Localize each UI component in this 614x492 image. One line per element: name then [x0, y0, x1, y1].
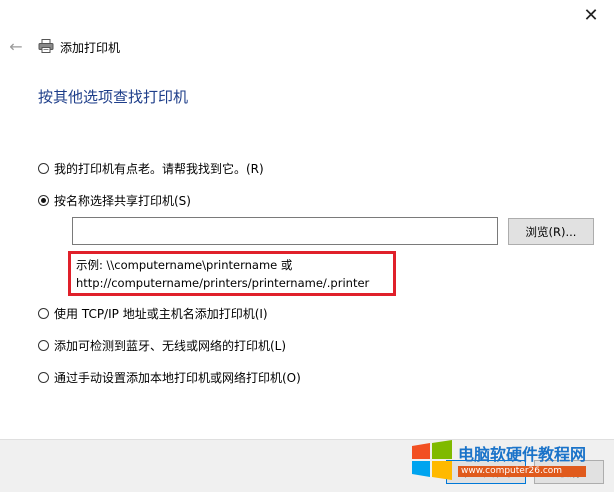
radio-tcpip[interactable]: [38, 308, 49, 319]
option-tcpip[interactable]: 使用 TCP/IP 地址或主机名添加打印机(I): [38, 305, 268, 322]
option-shared-by-name-label: 按名称选择共享打印机(S): [54, 194, 191, 208]
printer-icon: [38, 38, 54, 57]
radio-bluetooth-wireless[interactable]: [38, 340, 49, 351]
option-bluetooth-wireless[interactable]: 添加可检测到蓝牙、无线或网络的打印机(L): [38, 337, 286, 354]
example-hint: 示例: \\computername\printername 或 http://…: [68, 251, 396, 296]
option-manual-local[interactable]: 通过手动设置添加本地打印机或网络打印机(O): [38, 369, 301, 386]
printer-name-input[interactable]: [72, 217, 498, 245]
back-arrow-icon: ←: [9, 36, 23, 56]
wizard-title: 添加打印机: [60, 40, 121, 55]
option-old-printer-label: 我的打印机有点老。请帮我找到它。(R): [54, 162, 264, 176]
option-tcpip-label: 使用 TCP/IP 地址或主机名添加打印机(I): [54, 307, 268, 321]
wizard-header: 添加打印机: [38, 38, 120, 56]
radio-old-printer[interactable]: [38, 163, 49, 174]
cancel-button[interactable]: 取消: [534, 460, 604, 484]
example-line-1: 示例: \\computername\printername 或: [76, 258, 293, 272]
option-old-printer[interactable]: 我的打印机有点老。请帮我找到它。(R): [38, 160, 264, 177]
page-heading: 按其他选项查找打印机: [38, 88, 189, 106]
back-button[interactable]: ←: [6, 36, 26, 56]
close-icon: ✕: [583, 4, 599, 26]
browse-button[interactable]: 浏览(R)...: [508, 218, 594, 245]
radio-manual-local[interactable]: [38, 372, 49, 383]
option-shared-by-name[interactable]: 按名称选择共享打印机(S): [38, 192, 191, 209]
radio-shared-by-name[interactable]: [38, 195, 49, 206]
next-button[interactable]: 下一页(N): [446, 460, 526, 484]
example-line-2: http://computername/printers/printername…: [76, 276, 370, 290]
option-bluetooth-wireless-label: 添加可检测到蓝牙、无线或网络的打印机(L): [54, 339, 287, 353]
close-button[interactable]: ✕: [568, 0, 614, 30]
option-manual-local-label: 通过手动设置添加本地打印机或网络打印机(O): [54, 371, 301, 385]
